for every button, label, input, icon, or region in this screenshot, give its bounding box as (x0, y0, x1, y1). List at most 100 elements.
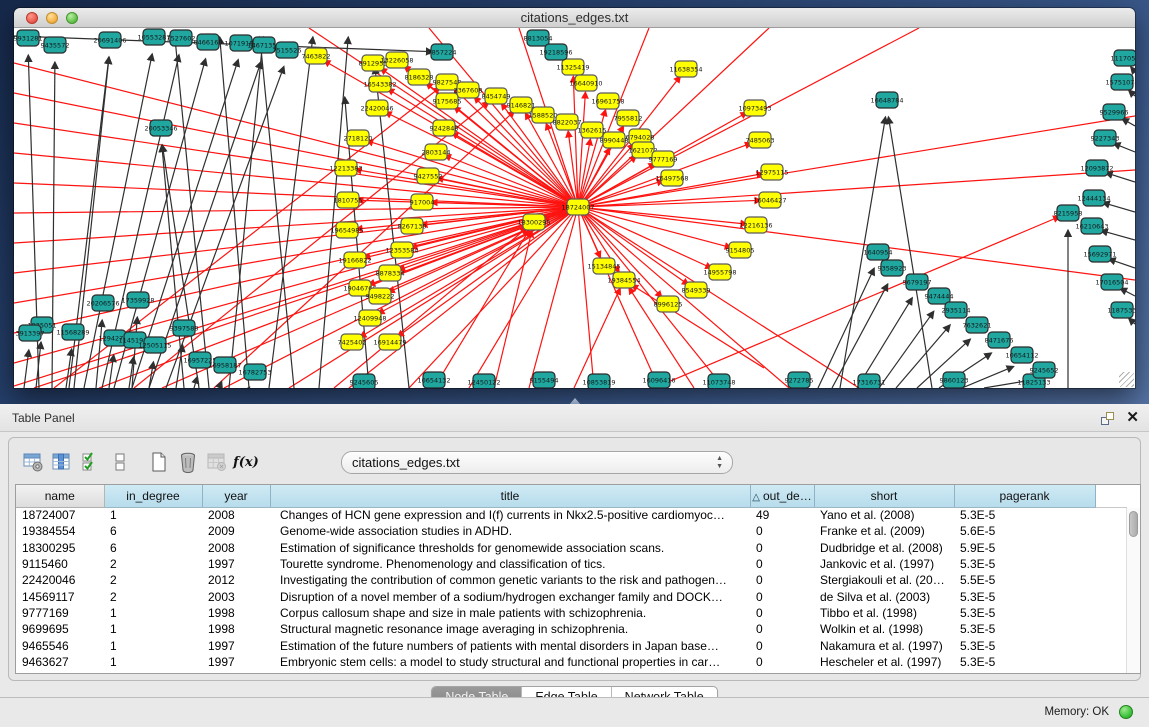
table-cell[interactable]: Hescheler et al. (1997) (814, 654, 954, 670)
table-cell[interactable]: Dudbridge et al. (2008) (814, 540, 954, 556)
graph-edge[interactable] (249, 387, 250, 388)
table-cell[interactable]: Embryonic stem cells: a model to study s… (270, 654, 750, 670)
table-cell[interactable]: Nakamura et al. (1997) (814, 637, 954, 653)
table-cell[interactable]: 49 (750, 507, 814, 523)
graph-edge[interactable] (1109, 259, 1135, 268)
table-cell[interactable]: Stergiakouli et al. (2012) (814, 572, 954, 588)
table-cell[interactable]: 9777169 (16, 605, 104, 621)
table-cell[interactable]: 0 (750, 556, 814, 572)
table-cell[interactable]: Genome-wide association studies in ADHD. (270, 523, 750, 539)
window-resize-grip[interactable] (1119, 372, 1134, 387)
graph-edge[interactable] (1113, 143, 1135, 152)
table-cell[interactable]: 9699695 (16, 621, 104, 637)
table-cell[interactable]: 9465546 (16, 637, 104, 653)
table-cell[interactable]: 2012 (202, 572, 270, 588)
table-cell[interactable]: 5.3E-5 (954, 507, 1095, 523)
table-cell[interactable]: 9463627 (16, 654, 104, 670)
graph-edge[interactable] (1106, 173, 1135, 182)
table-cell[interactable]: 22420046 (16, 572, 104, 588)
column-header-short[interactable]: short (814, 485, 954, 507)
network-canvas[interactable]: 1872400789129551322605816543382224200462… (14, 28, 1135, 388)
table-scrollbar-thumb[interactable] (1129, 511, 1138, 537)
table-cell[interactable]: Structural magnetic resonance image aver… (270, 621, 750, 637)
table-cell[interactable]: 5.3E-5 (954, 588, 1095, 604)
table-row[interactable]: 1456911722003Disruption of a novel membe… (16, 588, 1127, 604)
graph-edge[interactable] (1129, 318, 1135, 324)
table-cell[interactable]: 2 (104, 588, 202, 604)
graph-edge[interactable] (578, 207, 747, 224)
column-visibility-icon[interactable] (50, 450, 74, 474)
table-selector[interactable]: citations_edges.txt ▲▼ (341, 451, 733, 474)
table-cell[interactable]: 0 (750, 523, 814, 539)
table-cell[interactable]: 1998 (202, 621, 270, 637)
table-cell[interactable]: Wolkin et al. (1998) (814, 621, 954, 637)
table-cell[interactable]: 19384554 (16, 523, 104, 539)
table-cell[interactable]: 5.3E-5 (954, 637, 1095, 653)
table-cell[interactable]: 1997 (202, 654, 270, 670)
table-cell[interactable]: 1 (104, 605, 202, 621)
table-cell[interactable]: 0 (750, 605, 814, 621)
table-cell[interactable]: 1 (104, 507, 202, 523)
table-cell[interactable]: 0 (750, 540, 814, 556)
graph-edge[interactable] (1120, 288, 1135, 296)
table-cell[interactable]: 18724007 (16, 507, 104, 523)
table-cell[interactable]: 0 (750, 654, 814, 670)
table-row[interactable]: 946554611997Estimation of the future num… (16, 637, 1127, 653)
table-row[interactable]: 1830029562008Estimation of significance … (16, 540, 1127, 556)
select-all-rows-icon[interactable] (79, 450, 103, 474)
graph-edge[interactable] (1129, 90, 1135, 96)
table-cell[interactable]: de Silva et al. (2003) (814, 588, 954, 604)
table-row[interactable]: 911546021997Tourette syndrome. Phenomeno… (16, 556, 1127, 572)
graph-edge[interactable] (469, 207, 578, 388)
new-table-icon[interactable] (147, 450, 171, 474)
table-cell[interactable]: Estimation of the future numbers of pati… (270, 637, 750, 653)
graph-edge[interactable] (132, 317, 137, 388)
column-header-pagerank[interactable]: pagerank (954, 485, 1095, 507)
table-cell[interactable]: 1997 (202, 637, 270, 653)
table-row[interactable]: 977716911998Corpus callosum shape and si… (16, 605, 1127, 621)
graph-edge[interactable] (194, 377, 197, 388)
table-cell[interactable]: Jankovic et al. (1997) (814, 556, 954, 572)
column-header-name[interactable]: name (16, 485, 104, 507)
table-cell[interactable]: Estimation of significance thresholds fo… (270, 540, 750, 556)
close-panel-icon[interactable]: ✕ (1126, 411, 1139, 425)
table-row[interactable]: 946362711997Embryonic stem cells: a mode… (16, 654, 1127, 670)
table-cell[interactable]: Corpus callosum shape and size in male p… (270, 605, 750, 621)
graph-edge[interactable] (818, 268, 874, 388)
delete-table-icon[interactable] (176, 450, 200, 474)
column-header-title[interactable]: title (270, 485, 750, 507)
network-window-titlebar[interactable]: citations_edges.txt (14, 8, 1135, 28)
column-header-year[interactable]: year (202, 485, 270, 507)
table-cell[interactable]: 2 (104, 572, 202, 588)
table-cell[interactable]: 1 (104, 654, 202, 670)
table-cell[interactable]: 0 (750, 572, 814, 588)
table-cell[interactable]: 1998 (202, 605, 270, 621)
graph-edge[interactable] (1103, 203, 1135, 212)
graph-edge[interactable] (574, 288, 620, 388)
graph-edge[interactable] (1101, 230, 1135, 240)
float-panel-icon[interactable] (1101, 412, 1114, 425)
function-builder-icon[interactable]: f(x) (234, 450, 258, 474)
table-cell[interactable]: Franke et al. (2009) (814, 523, 954, 539)
table-cell[interactable]: 1997 (202, 556, 270, 572)
table-cell[interactable]: 0 (750, 588, 814, 604)
table-cell[interactable]: 14569117 (16, 588, 104, 604)
column-header-in_degree[interactable]: in_degree (104, 485, 202, 507)
table-cell[interactable]: 5.3E-5 (954, 654, 1095, 670)
table-cell[interactable]: 5.5E-5 (954, 572, 1095, 588)
graph-edge[interactable] (260, 37, 294, 388)
graph-edge[interactable] (654, 217, 1060, 388)
table-cell[interactable]: Tourette syndrome. Phenomenology and cla… (270, 556, 750, 572)
deselect-rows-icon[interactable] (108, 450, 132, 474)
table-cell[interactable]: 2 (104, 556, 202, 572)
table-row[interactable]: 2242004622012Investigating the contribut… (16, 572, 1127, 588)
table-cell[interactable]: 6 (104, 540, 202, 556)
memory-status-indicator[interactable] (1119, 705, 1133, 719)
table-cell[interactable]: 2003 (202, 588, 270, 604)
table-settings-icon[interactable] (21, 450, 45, 474)
table-cell[interactable]: Investigating the contribution of common… (270, 572, 750, 588)
table-cell[interactable]: Tibbo et al. (1998) (814, 605, 954, 621)
graph-edge[interactable] (224, 207, 578, 388)
table-cell[interactable]: 0 (750, 621, 814, 637)
table-cell[interactable]: 2008 (202, 540, 270, 556)
